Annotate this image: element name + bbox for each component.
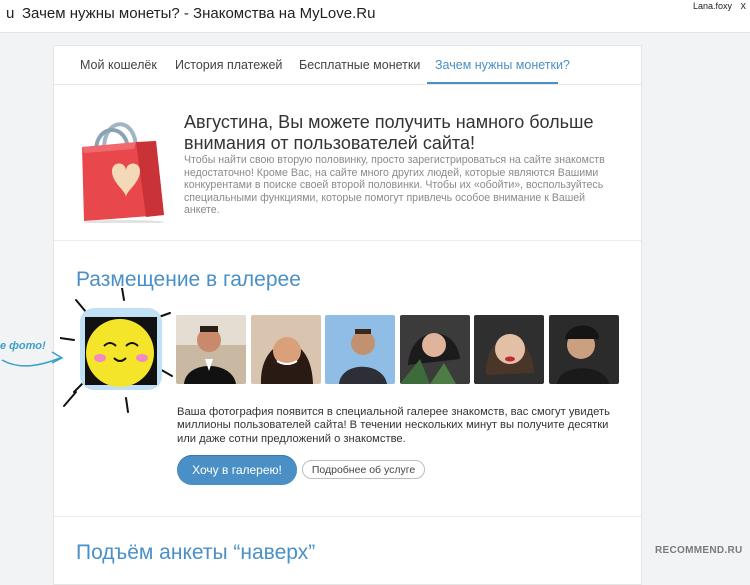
- active-tab-indicator: [427, 82, 558, 84]
- tabs-bar: Мой кошелёк История платежей Бесплатные …: [54, 46, 641, 85]
- sun-smiley-placeholder-icon[interactable]: [60, 288, 185, 414]
- tab-payment-history[interactable]: История платежей: [175, 58, 282, 72]
- coins-info-card: Мой кошелёк История платежей Бесплатные …: [53, 45, 642, 585]
- join-gallery-button[interactable]: Хочу в галерею!: [177, 455, 297, 485]
- tab-fragment: u: [6, 5, 15, 22]
- close-icon[interactable]: x: [741, 0, 747, 12]
- hint-arrow-icon: [1, 351, 64, 367]
- tab-why-coins[interactable]: Зачем нужны монетки?: [435, 58, 570, 72]
- gallery-photo-3[interactable]: [325, 315, 395, 384]
- shopping-bag-heart-icon: [82, 122, 164, 223]
- boost-section-title: Подъём анкеты “наверх”: [76, 541, 316, 564]
- tab-free-coins[interactable]: Бесплатные монетки: [299, 58, 420, 72]
- intro-text: Чтобы найти свою вторую половинку, прост…: [184, 154, 605, 217]
- section-divider: [54, 240, 641, 241]
- window-title: Зачем нужны монеты? - Знакомства на MyLo…: [22, 5, 376, 22]
- browser-title-bar: u Зачем нужны монеты? - Знакомства на My…: [0, 0, 750, 33]
- section-divider: [54, 516, 641, 517]
- gallery-photo-4[interactable]: [400, 315, 470, 384]
- gallery-photo-2[interactable]: [251, 315, 321, 384]
- gallery-description: Ваша фотография появится в специальной г…: [177, 406, 610, 445]
- service-details-button[interactable]: Подробнее об услуге: [302, 460, 425, 479]
- username[interactable]: Lana.foxy: [693, 1, 732, 11]
- gallery-photo-5[interactable]: [474, 315, 544, 384]
- gallery-photo-6[interactable]: [549, 315, 619, 384]
- tab-wallet[interactable]: Мой кошелёк: [80, 58, 157, 72]
- gallery-photo-1[interactable]: [176, 315, 246, 384]
- watermark-text: RECOMMEND.RU: [655, 545, 743, 556]
- intro-headline: Августина, Вы можете получить намного бо…: [184, 112, 594, 153]
